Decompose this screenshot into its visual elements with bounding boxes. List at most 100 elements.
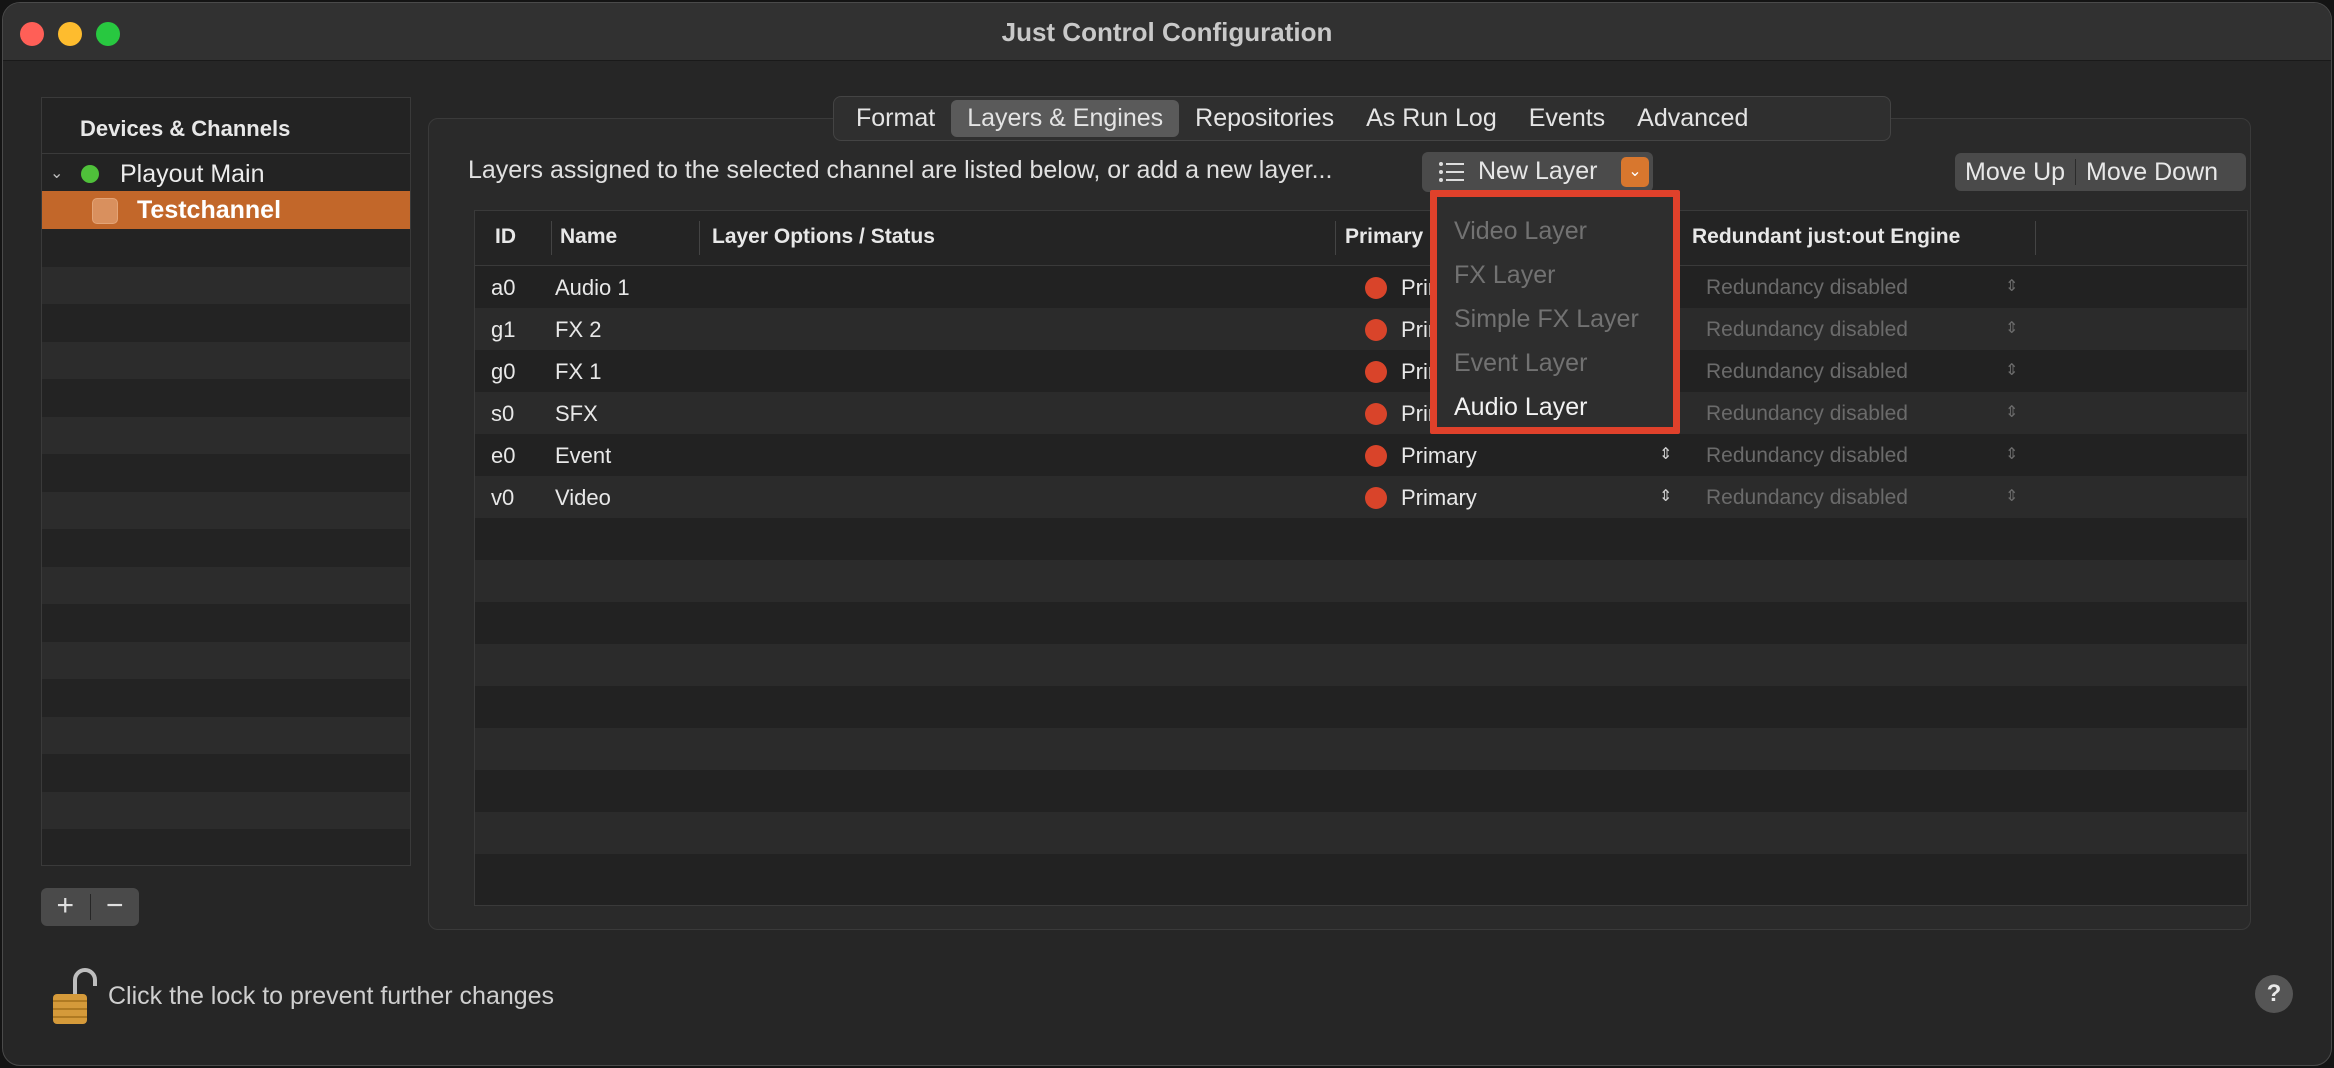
tab-layers-engines[interactable]: Layers & Engines (951, 100, 1180, 137)
table-row[interactable]: g0FX 1Primary⇕Redundancy disabled⇕ (475, 350, 2247, 392)
add-button[interactable]: + (41, 888, 90, 926)
cell-redundant[interactable]: Redundancy disabled (1706, 486, 1908, 510)
status-dot (1365, 445, 1387, 467)
layers-table: ID Name Layer Options / Status Primary R… (474, 210, 2248, 906)
cell-name: Event (555, 443, 612, 468)
chevron-updown-icon[interactable]: ⇕ (2005, 276, 2018, 296)
sidebar-empty-row (42, 379, 410, 417)
cell-primary[interactable]: Primary (1401, 443, 1477, 469)
table-row[interactable]: e0 Event Primary ⇕ Redundancy disabled ⇕ (475, 434, 2247, 476)
table-empty-row (475, 770, 2247, 812)
sidebar-item-channel[interactable]: Testchannel (42, 191, 410, 229)
column-header-layer-options[interactable]: Layer Options / Status (712, 225, 935, 249)
tab-repositories[interactable]: Repositories (1179, 100, 1350, 137)
table-row[interactable]: a0Audio 1Primary⇕Redundancy disabled⇕ (475, 266, 2247, 308)
intro-text: Layers assigned to the selected channel … (468, 156, 1333, 184)
table-empty-row (475, 854, 2247, 896)
chevron-updown-icon[interactable]: ⇕ (2005, 402, 2018, 422)
chevron-down-icon[interactable]: ⌄ (50, 163, 70, 183)
cell-primary[interactable]: Primary (1401, 485, 1477, 511)
devices-channels-sidebar: Devices & Channels ⌄ Playout Main Testchan… (41, 97, 411, 866)
new-layer-button[interactable]: New Layer ⌄ (1422, 152, 1653, 192)
cell-id: s0 (491, 401, 515, 426)
status-dot (1365, 403, 1387, 425)
menu-item-simple-fx-layer[interactable]: Simple FX Layer (1454, 305, 1639, 334)
tab-advanced[interactable]: Advanced (1621, 100, 1764, 137)
sidebar-empty-row (42, 229, 410, 267)
channel-icon (92, 198, 118, 224)
table-empty-row (475, 644, 2247, 686)
sidebar-item-device[interactable]: ⌄ Playout Main (42, 154, 410, 191)
sidebar-empty-row (42, 754, 410, 792)
table-empty-row (475, 728, 2247, 770)
cell-id: g0 (491, 359, 516, 384)
cell-id: a0 (491, 275, 516, 300)
cell-name: FX 1 (555, 359, 602, 384)
lock-text: Click the lock to prevent further change… (108, 982, 555, 1010)
move-down-button[interactable]: Move Down (2076, 158, 2228, 187)
chevron-updown-icon[interactable]: ⇕ (2005, 444, 2018, 464)
menu-item-audio-layer[interactable]: Audio Layer (1454, 393, 1587, 422)
table-empty-row (475, 602, 2247, 644)
chevron-updown-icon[interactable]: ⇕ (1659, 486, 1672, 506)
menu-item-video-layer[interactable]: Video Layer (1454, 217, 1587, 246)
tab-events[interactable]: Events (1513, 100, 1621, 137)
table-empty-row (475, 812, 2247, 854)
table-empty-row (475, 686, 2247, 728)
column-header-redundant[interactable]: Redundant just:out Engine (1692, 225, 1960, 249)
column-header-primary[interactable]: Primary (1345, 225, 1423, 249)
channel-label: Testchannel (137, 196, 282, 224)
chevron-updown-icon[interactable]: ⇕ (2005, 318, 2018, 338)
remove-button[interactable]: − (91, 888, 140, 926)
sidebar-empty-row (42, 529, 410, 567)
status-indicator (81, 165, 99, 183)
cell-name: FX 2 (555, 317, 602, 342)
table-header: ID Name Layer Options / Status Primary R… (475, 211, 2247, 266)
title-bar: Just Control Configuration (3, 3, 2331, 61)
sidebar-empty-row (42, 454, 410, 492)
status-dot (1365, 319, 1387, 341)
menu-item-event-layer[interactable]: Event Layer (1454, 349, 1587, 378)
sidebar-empty-row (42, 304, 410, 342)
cell-name: SFX (555, 401, 598, 426)
cell-id: e0 (491, 443, 516, 468)
tab-as-run-log[interactable]: As Run Log (1350, 100, 1513, 137)
cell-name: Audio 1 (555, 275, 630, 300)
cell-redundant[interactable]: Redundancy disabled (1706, 318, 1908, 342)
help-button[interactable]: ? (2255, 975, 2293, 1013)
table-body: a0 Audio 1 Primary ⇕ Redundancy disabled ⇕ g1 F… (475, 266, 2247, 896)
menu-item-fx-layer[interactable]: FX Layer (1454, 261, 1555, 290)
table-row[interactable]: s0SFXPrimary⇕Redundancy disabled⇕ (475, 392, 2247, 434)
window-title: Just Control Configuration (1001, 17, 1333, 47)
sidebar-empty-row (42, 416, 410, 454)
column-divider (1335, 221, 1336, 255)
column-divider (551, 221, 552, 255)
chevron-updown-icon[interactable]: ⇕ (2005, 486, 2018, 506)
lock-icon[interactable] (53, 966, 97, 1026)
sidebar-empty-row (42, 679, 410, 717)
tab-format[interactable]: Format (840, 100, 951, 137)
cell-redundant[interactable]: Redundancy disabled (1706, 444, 1908, 468)
cell-redundant[interactable]: Redundancy disabled (1706, 276, 1908, 300)
table-row[interactable]: v0 Video Primary ⇕ Redundancy disabled ⇕ (475, 476, 2247, 518)
status-dot (1365, 361, 1387, 383)
sidebar-empty-row (42, 341, 410, 379)
table-row[interactable]: g1FX 2Primary⇕Redundancy disabled⇕ (475, 308, 2247, 350)
column-header-name[interactable]: Name (560, 225, 617, 249)
sidebar-empty-row (42, 266, 410, 304)
sidebar-empty-row (42, 791, 410, 829)
column-header-id[interactable]: ID (495, 225, 516, 249)
cell-redundant[interactable]: Redundancy disabled (1706, 402, 1908, 426)
cell-id: g1 (491, 317, 516, 342)
chevron-updown-icon[interactable]: ⇕ (1659, 444, 1672, 464)
add-remove-control: + − (41, 888, 139, 926)
list-icon (1439, 162, 1464, 182)
table-empty-row (475, 560, 2247, 602)
move-up-button[interactable]: Move Up (1955, 158, 2075, 187)
status-dot (1365, 277, 1387, 299)
cell-redundant[interactable]: Redundancy disabled (1706, 360, 1908, 384)
chevron-updown-icon[interactable]: ⇕ (2005, 360, 2018, 380)
sidebar-empty-row (42, 716, 410, 754)
sidebar-empty-row (42, 566, 410, 604)
chevron-down-icon[interactable]: ⌄ (1621, 157, 1649, 187)
